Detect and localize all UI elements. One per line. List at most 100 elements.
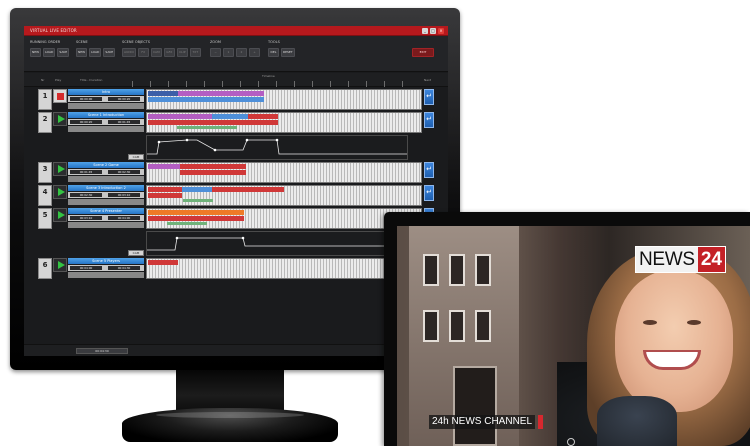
close-button[interactable]: × (438, 28, 444, 34)
scene-timeline[interactable] (146, 89, 422, 110)
scene-row[interactable]: 4 Scene 3 Introduction 2 00:02:30 00:03:… (38, 185, 434, 206)
stop-button[interactable] (53, 89, 67, 103)
timecode-out[interactable]: 00:03:10 (108, 193, 140, 197)
tools-reset-button[interactable]: RESET (281, 48, 295, 57)
tools-delete-button[interactable]: DEL (268, 48, 279, 57)
timeline-clip[interactable] (148, 91, 178, 96)
timeline-clip[interactable] (182, 187, 212, 192)
timeline-clip[interactable] (148, 114, 212, 119)
timecode-in[interactable]: 00:00:00 (70, 97, 102, 101)
zoom-level-2-button[interactable]: 2 (236, 48, 247, 57)
scene-options[interactable] (68, 222, 144, 228)
scene-title[interactable]: Scene 5 Players (68, 258, 144, 264)
automation-curve[interactable] (146, 231, 408, 256)
timecode-out[interactable]: 00:01:45 (108, 120, 140, 124)
object-fx-button[interactable]: FX (137, 48, 149, 57)
next-button[interactable]: ↵ (424, 112, 434, 128)
curve-track-tag[interactable]: CAM (128, 154, 144, 160)
timeline-clip[interactable] (180, 164, 246, 169)
scene-number: 1 (38, 89, 52, 110)
scene-timeline[interactable] (146, 162, 422, 183)
timecode-out[interactable]: 00:02:30 (108, 170, 140, 174)
exit-button[interactable]: EXIT (412, 48, 434, 57)
scene-timeline[interactable] (146, 112, 422, 133)
object-audio-button[interactable]: AUDIO (122, 48, 136, 57)
object-cam-button[interactable]: CAM (150, 48, 162, 57)
timecode-out[interactable]: 00:04:00 (108, 216, 140, 220)
running-order-load-button[interactable]: LOAD (43, 48, 56, 57)
return-arrow-icon: ↵ (426, 188, 432, 196)
timecode-in[interactable]: 00:01:45 (70, 170, 102, 174)
scene-options[interactable] (68, 199, 144, 205)
timeline-clip[interactable] (212, 114, 248, 119)
timecode-in[interactable]: 00:00:20 (70, 120, 102, 124)
ticker-accent (538, 415, 544, 429)
eye (687, 320, 701, 325)
play-button[interactable] (53, 112, 67, 126)
scene-title[interactable]: Scene 3 Introduction 2 (68, 185, 144, 191)
scene-timeline[interactable] (146, 185, 422, 206)
next-button[interactable]: ↵ (424, 89, 434, 105)
play-button[interactable] (53, 185, 67, 199)
scene-timeline[interactable] (146, 258, 422, 279)
scene-options[interactable] (68, 176, 144, 182)
zoom-in-button[interactable]: + (249, 48, 260, 57)
running-order-save-button[interactable]: SAVE (57, 48, 70, 57)
timeline-clip[interactable] (167, 222, 207, 225)
object-txt-button[interactable]: TXT (189, 48, 201, 57)
timecode-out[interactable]: 00:04:30 (108, 266, 140, 270)
timecode-in[interactable]: 00:04:00 (70, 266, 102, 270)
scene-timeline[interactable] (146, 208, 422, 229)
timeline-clip[interactable] (148, 210, 244, 215)
zoom-level-1-button[interactable]: 1 (223, 48, 234, 57)
play-button[interactable] (53, 208, 67, 222)
scene-row[interactable]: 3 Scene 2 Game 00:01:45 00:02:30 ↵ (38, 162, 434, 183)
timecode-out[interactable]: 00:00:20 (108, 97, 140, 101)
scene-save-button[interactable]: SAVE (103, 48, 116, 57)
minimize-button[interactable]: _ (422, 28, 428, 34)
timeline-clip[interactable] (180, 170, 246, 175)
title-bar[interactable]: VIRTUAL LIVE EDITOR _ □ × (24, 26, 448, 36)
timeline-clip[interactable] (148, 187, 182, 192)
timeline-clip[interactable] (178, 91, 264, 96)
column-nr: Nr (41, 78, 45, 82)
play-button[interactable] (53, 258, 67, 272)
scene-options[interactable] (68, 126, 144, 132)
timeline-clip[interactable] (148, 164, 180, 169)
curve-track-tag[interactable]: CAM (128, 250, 144, 256)
scene-title[interactable]: Scene 2 Game (68, 162, 144, 168)
timeline-clip[interactable] (148, 97, 264, 102)
zoom-out-button[interactable]: − (210, 48, 221, 57)
next-button[interactable]: ↵ (424, 185, 434, 201)
scene-row[interactable]: 2 Scene 1 Introduction 00:00:20 00:01:45… (38, 112, 434, 133)
scene-row[interactable]: 6 Scene 5 Players 00:04:00 00:04:30 ↵ (38, 258, 434, 279)
object-gfx-button[interactable]: GFX (163, 48, 175, 57)
timeline-ruler (132, 81, 418, 87)
scene-new-button[interactable]: NEW (76, 48, 88, 57)
automation-curve[interactable] (146, 135, 408, 160)
timecode-in[interactable]: 00:03:10 (70, 216, 102, 220)
timeline-clip[interactable] (183, 199, 213, 202)
timeline-clip[interactable] (248, 114, 278, 119)
object-clip-button[interactable]: CLIP (176, 48, 188, 57)
building-door (453, 366, 497, 446)
scene-options[interactable] (68, 103, 144, 109)
scene-title[interactable]: Intro (68, 89, 144, 95)
maximize-button[interactable]: □ (430, 28, 436, 34)
running-order-new-button[interactable]: NEW (30, 48, 42, 57)
scene-load-button[interactable]: LOAD (89, 48, 102, 57)
scene-title[interactable]: Scene 4 Presenter (68, 208, 144, 214)
timeline-clip[interactable] (212, 187, 284, 192)
scene-options[interactable] (68, 272, 144, 278)
timeline-clip[interactable] (177, 126, 237, 129)
next-button[interactable]: ↵ (424, 162, 434, 178)
scene-row[interactable]: 5 Scene 4 Presenter 00:03:10 00:04:00 ↵ (38, 208, 434, 229)
timeline-clip[interactable] (148, 193, 182, 198)
scene-row[interactable]: 1 Intro 00:00:00 00:00:20 ↵ (38, 89, 434, 110)
timeline-clip[interactable] (148, 216, 244, 221)
scene-title[interactable]: Scene 1 Introduction (68, 112, 144, 118)
timecode-in[interactable]: 00:02:30 (70, 193, 102, 197)
play-button[interactable] (53, 162, 67, 176)
timeline-clip[interactable] (148, 120, 278, 125)
timeline-clip[interactable] (148, 260, 178, 265)
